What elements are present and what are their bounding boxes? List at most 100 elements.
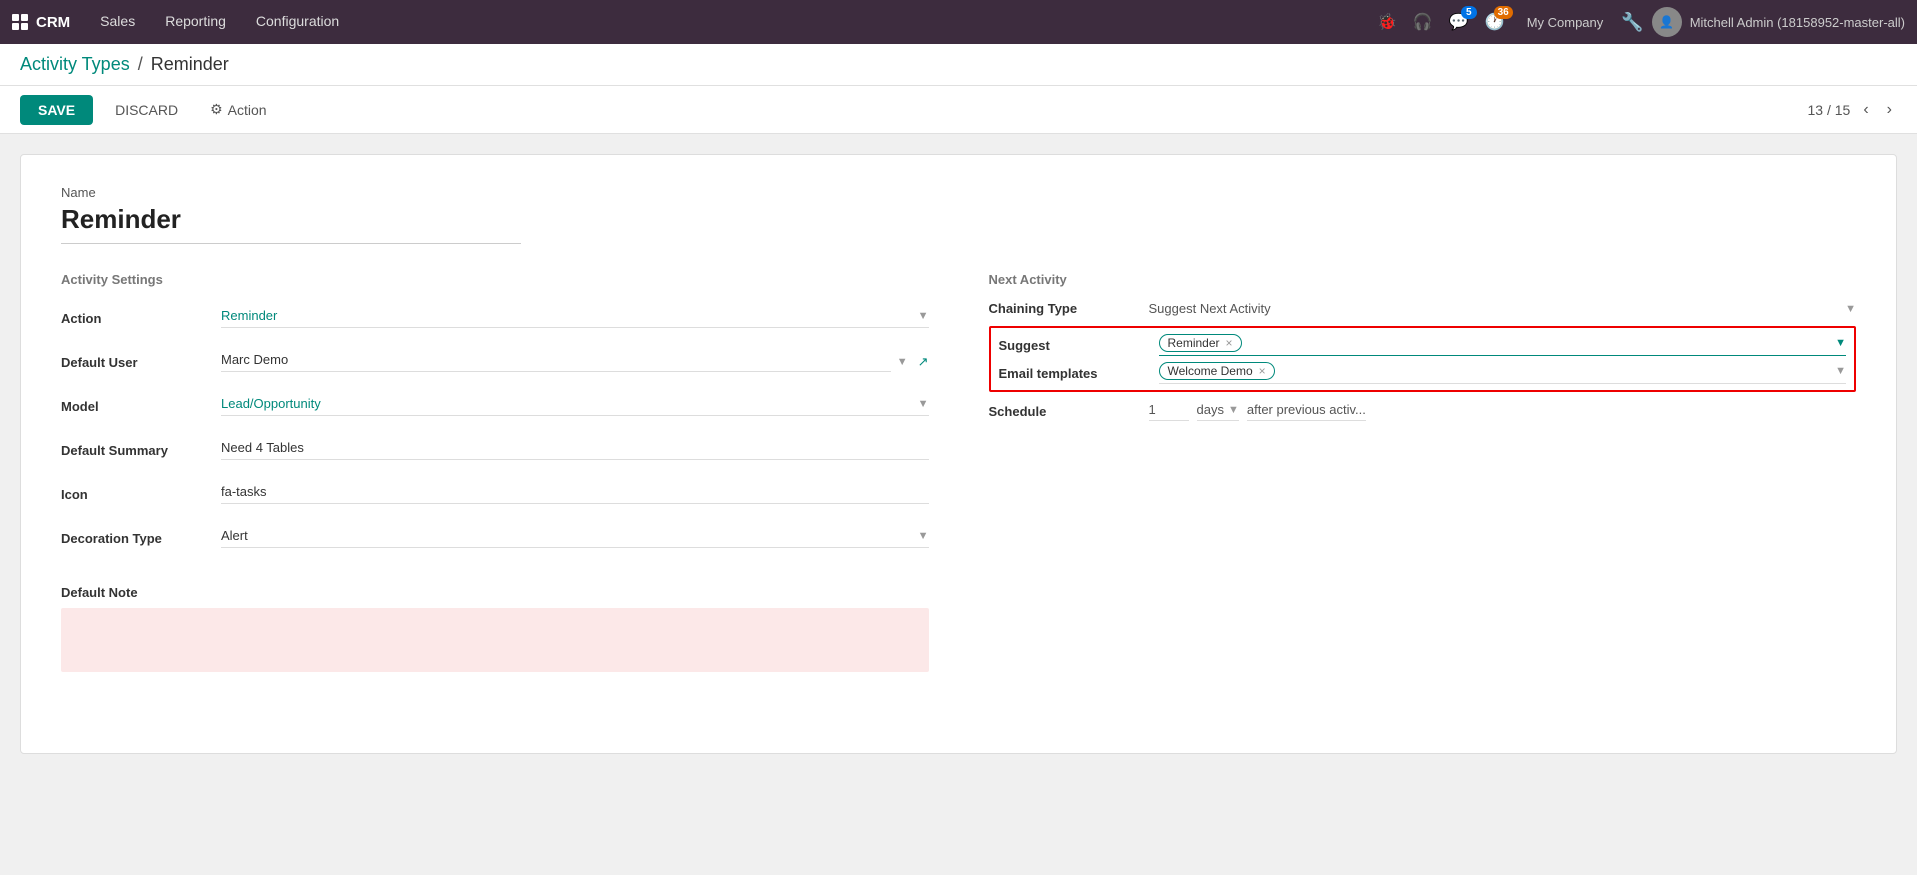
- default-user-row: Default User Marc Demo ▼ ↗: [61, 345, 929, 379]
- pager-next-button[interactable]: ›: [1882, 99, 1897, 121]
- model-row: Model Lead/Opportunity ▼: [61, 389, 929, 423]
- suggest-label: Suggest: [999, 338, 1159, 353]
- suggest-tag-reminder: Reminder ×: [1159, 334, 1242, 352]
- pager-text: 13 / 15: [1808, 102, 1851, 118]
- next-activity-title: Next Activity: [989, 272, 1857, 287]
- chat-icon-btn[interactable]: 💬 5: [1445, 8, 1473, 36]
- email-templates-row: Email templates Welcome Demo × ▼: [999, 362, 1847, 384]
- chaining-type-arrow: ▼: [1845, 303, 1856, 315]
- user-name[interactable]: Mitchell Admin (18158952-master-all): [1690, 15, 1905, 30]
- breadcrumb-parent[interactable]: Activity Types: [20, 54, 130, 75]
- default-note-area[interactable]: [61, 608, 929, 672]
- form-columns: Activity Settings Action Reminder ▼ Defa…: [61, 272, 1856, 672]
- schedule-label: Schedule: [989, 404, 1149, 419]
- name-field-group: Name Reminder: [61, 185, 1856, 244]
- app-logo[interactable]: CRM: [12, 14, 70, 31]
- chaining-type-selected: Suggest Next Activity: [1149, 301, 1846, 316]
- schedule-row: Schedule 1 days ▼ after previous activ..…: [989, 402, 1857, 421]
- suggest-tag-remove[interactable]: ×: [1226, 336, 1233, 350]
- action-value: Reminder ▼: [221, 308, 929, 328]
- form-card: Name Reminder Activity Settings Action R…: [20, 154, 1897, 754]
- model-value: Lead/Opportunity ▼: [221, 396, 929, 416]
- action-selected-value: Reminder: [221, 308, 912, 323]
- schedule-unit-select[interactable]: days ▼: [1197, 402, 1239, 421]
- grid-icon: [12, 14, 28, 30]
- external-link-icon[interactable]: ↗: [918, 354, 929, 370]
- next-activity-col: Next Activity Chaining Type Suggest Next…: [989, 272, 1857, 421]
- schedule-num[interactable]: 1: [1149, 402, 1189, 421]
- suggest-row: Suggest Reminder × ▼: [999, 334, 1847, 356]
- decoration-type-dropdown-arrow: ▼: [918, 530, 929, 542]
- model-dropdown-arrow: ▼: [918, 398, 929, 410]
- action-button[interactable]: ⚙ Action: [200, 94, 276, 125]
- schedule-value: 1 days ▼ after previous activ...: [1149, 402, 1366, 421]
- breadcrumb-current: Reminder: [151, 54, 229, 75]
- action-dropdown-arrow: ▼: [918, 310, 929, 322]
- main-content: Name Reminder Activity Settings Action R…: [0, 134, 1917, 774]
- icon-label: Icon: [61, 487, 221, 502]
- headset-icon-btn[interactable]: 🎧: [1409, 8, 1437, 36]
- action-row: Action Reminder ▼: [61, 301, 929, 335]
- schedule-after: after previous activ...: [1247, 402, 1366, 421]
- schedule-unit-text: days: [1197, 402, 1224, 417]
- default-note-section: Default Note: [61, 585, 929, 672]
- default-note-label: Default Note: [61, 585, 929, 600]
- email-templates-dropdown-arrow: ▼: [1835, 365, 1846, 377]
- topnav-icons: 🐞 🎧 💬 5 🕐 36 My Company 🔧 👤 Mitchell Adm…: [1373, 7, 1905, 37]
- icon-value: fa-tasks: [221, 484, 929, 504]
- schedule-unit-arrow: ▼: [1228, 404, 1239, 416]
- menu-reporting[interactable]: Reporting: [151, 0, 240, 44]
- model-selected-value: Lead/Opportunity: [221, 396, 912, 411]
- email-templates-input[interactable]: Welcome Demo × ▼: [1159, 362, 1847, 384]
- default-summary-input[interactable]: Need 4 Tables: [221, 440, 929, 460]
- pager: 13 / 15 ‹ ›: [1808, 99, 1897, 121]
- model-select[interactable]: Lead/Opportunity ▼: [221, 396, 929, 416]
- email-tag-remove[interactable]: ×: [1259, 364, 1266, 378]
- decoration-type-row: Decoration Type Alert ▼: [61, 521, 929, 555]
- wrench-icon-btn[interactable]: 🔧: [1621, 12, 1643, 33]
- breadcrumb-bar: Activity Types / Reminder: [0, 44, 1917, 86]
- chaining-type-label: Chaining Type: [989, 301, 1149, 316]
- default-user-dropdown-arrow: ▼: [897, 356, 908, 368]
- top-menu: Sales Reporting Configuration: [86, 0, 1373, 44]
- discard-button[interactable]: DISCARD: [105, 95, 188, 125]
- activity-settings-title: Activity Settings: [61, 272, 929, 287]
- clock-icon-btn[interactable]: 🕐 36: [1481, 8, 1509, 36]
- suggest-dropdown-arrow: ▼: [1835, 337, 1846, 349]
- breadcrumb-separator: /: [138, 54, 143, 75]
- highlight-box: Suggest Reminder × ▼ Email templates: [989, 326, 1857, 392]
- name-label: Name: [61, 185, 1856, 200]
- model-label: Model: [61, 399, 221, 414]
- decoration-type-selected-value: Alert: [221, 528, 912, 543]
- default-summary-row: Default Summary Need 4 Tables: [61, 433, 929, 467]
- icon-input[interactable]: fa-tasks: [221, 484, 929, 504]
- email-tag-welcome-demo: Welcome Demo ×: [1159, 362, 1275, 380]
- toolbar: SAVE DISCARD ⚙ Action 13 / 15 ‹ ›: [0, 86, 1917, 134]
- action-select[interactable]: Reminder ▼: [221, 308, 929, 328]
- icon-row: Icon fa-tasks: [61, 477, 929, 511]
- default-user-label: Default User: [61, 355, 221, 370]
- pager-prev-button[interactable]: ‹: [1858, 99, 1873, 121]
- gear-icon: ⚙: [210, 101, 223, 118]
- app-name: CRM: [36, 14, 70, 31]
- save-button[interactable]: SAVE: [20, 95, 93, 125]
- decoration-type-select[interactable]: Alert ▼: [221, 528, 929, 548]
- clock-badge: 36: [1494, 6, 1513, 19]
- name-value[interactable]: Reminder: [61, 204, 521, 244]
- suggest-tag-text: Reminder: [1168, 336, 1220, 350]
- menu-sales[interactable]: Sales: [86, 0, 149, 44]
- chat-badge: 5: [1461, 6, 1477, 19]
- activity-settings-col: Activity Settings Action Reminder ▼ Defa…: [61, 272, 929, 672]
- decoration-type-label: Decoration Type: [61, 531, 221, 546]
- decoration-type-value: Alert ▼: [221, 528, 929, 548]
- company-name[interactable]: My Company: [1517, 15, 1614, 30]
- suggest-tag-input[interactable]: Reminder × ▼: [1159, 334, 1847, 356]
- bug-icon-btn[interactable]: 🐞: [1373, 8, 1401, 36]
- default-summary-label: Default Summary: [61, 443, 221, 458]
- email-templates-label: Email templates: [999, 366, 1159, 381]
- avatar-image: 👤: [1659, 15, 1674, 29]
- default-user-input[interactable]: Marc Demo: [221, 352, 891, 372]
- user-avatar[interactable]: 👤: [1652, 7, 1682, 37]
- menu-configuration[interactable]: Configuration: [242, 0, 353, 44]
- default-user-value: Marc Demo ▼ ↗: [221, 352, 929, 372]
